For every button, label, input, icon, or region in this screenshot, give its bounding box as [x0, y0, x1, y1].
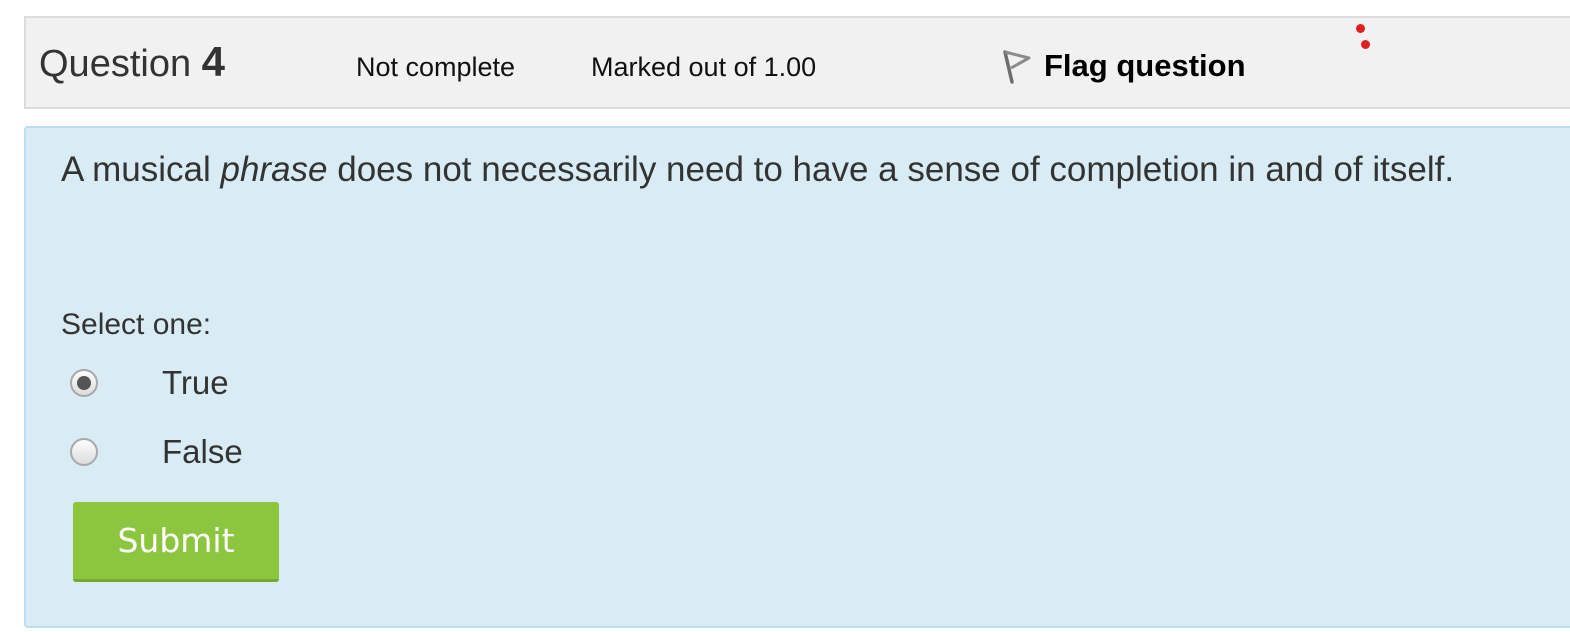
- question-grade: Marked out of 1.00: [591, 52, 817, 82]
- question-info-bar: Question 4 Not complete Marked out of 1.…: [24, 16, 1570, 109]
- submit-button[interactable]: Submit: [73, 502, 279, 582]
- flag-icon[interactable]: [1000, 48, 1032, 84]
- question-text-after: does not necessarily need to have a sens…: [327, 150, 1455, 189]
- radio-false[interactable]: [70, 438, 98, 466]
- question-number: 4: [201, 38, 226, 85]
- answer-prompt: Select one:: [61, 308, 212, 341]
- answer-option-label[interactable]: True: [162, 364, 229, 402]
- question-state: Not complete: [356, 52, 516, 82]
- answer-option-true[interactable]: True: [70, 364, 229, 402]
- annotation-dot: [1361, 40, 1370, 49]
- answer-option-false[interactable]: False: [70, 433, 243, 471]
- question-text-emphasis: phrase: [220, 150, 328, 189]
- question-label: Question: [39, 43, 192, 85]
- question-text-before: A musical: [61, 150, 221, 189]
- question-text: A musical phrase does not necessarily ne…: [61, 150, 1454, 190]
- quiz-page: Question 4 Not complete Marked out of 1.…: [0, 0, 1570, 632]
- annotation-dot: [1356, 24, 1365, 33]
- radio-true[interactable]: [70, 369, 98, 397]
- flag-question-toggle[interactable]: Flag question: [1000, 48, 1246, 84]
- question-title: Question 4: [39, 40, 225, 86]
- flag-question-label[interactable]: Flag question: [1044, 48, 1246, 84]
- question-content: A musical phrase does not necessarily ne…: [24, 126, 1570, 628]
- answer-option-label[interactable]: False: [162, 433, 243, 471]
